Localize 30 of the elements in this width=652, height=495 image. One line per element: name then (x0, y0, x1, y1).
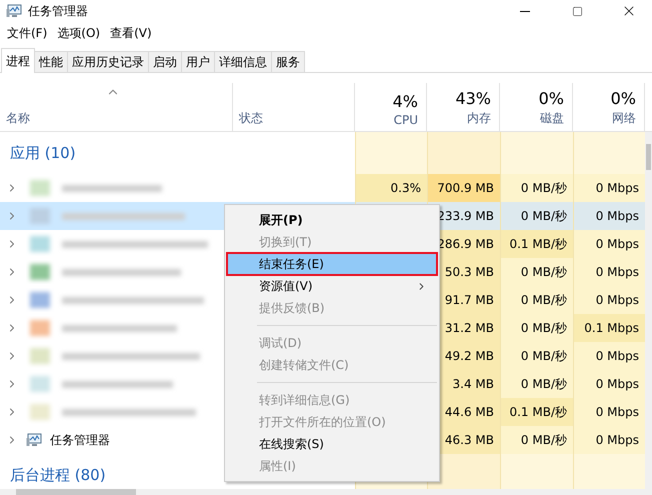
usage-value: 0 MB/秒 (500, 314, 573, 342)
usage-value: 0 MB/秒 (500, 286, 573, 314)
usage-value: 0 Mbps (573, 342, 645, 370)
usage-value: 0 Mbps (573, 202, 645, 230)
usage-value: 0 Mbps (573, 426, 645, 454)
usage-value: 0 MB/秒 (500, 426, 573, 454)
usage-value: 0 Mbps (573, 398, 645, 426)
usage-percent: 4% (392, 92, 418, 111)
usage-value: 700.9 MB (427, 174, 500, 202)
usage-value: 0 Mbps (573, 370, 645, 398)
usage-value: 0.1 Mbps (573, 314, 645, 342)
usage-value: 0 MB/秒 (500, 202, 573, 230)
usage-value: 0.3% (355, 174, 427, 202)
usage-percent: 43% (455, 89, 491, 108)
usage-value: 0 MB/秒 (500, 174, 573, 202)
usage-value: 0.1 MB/秒 (500, 230, 573, 258)
usage-value: 0 MB/秒 (500, 370, 573, 398)
window-title: 任务管理器 (28, 2, 89, 20)
usage-value: 0 Mbps (573, 230, 645, 258)
process-name: 任务管理器 (50, 432, 110, 448)
usage-value: 0 MB/秒 (500, 258, 573, 286)
usage-value: 0.1 MB/秒 (500, 398, 573, 426)
usage-percent: 0% (610, 89, 636, 108)
usage-value: 0 Mbps (573, 174, 645, 202)
usage-value: 0 Mbps (573, 286, 645, 314)
usage-value: 0 Mbps (573, 258, 645, 286)
group-heading: 应用 (10) (10, 144, 76, 162)
group-heading: 后台进程 (80) (10, 466, 106, 484)
usage-value: 0 MB/秒 (500, 342, 573, 370)
usage-percent: 0% (538, 89, 564, 108)
